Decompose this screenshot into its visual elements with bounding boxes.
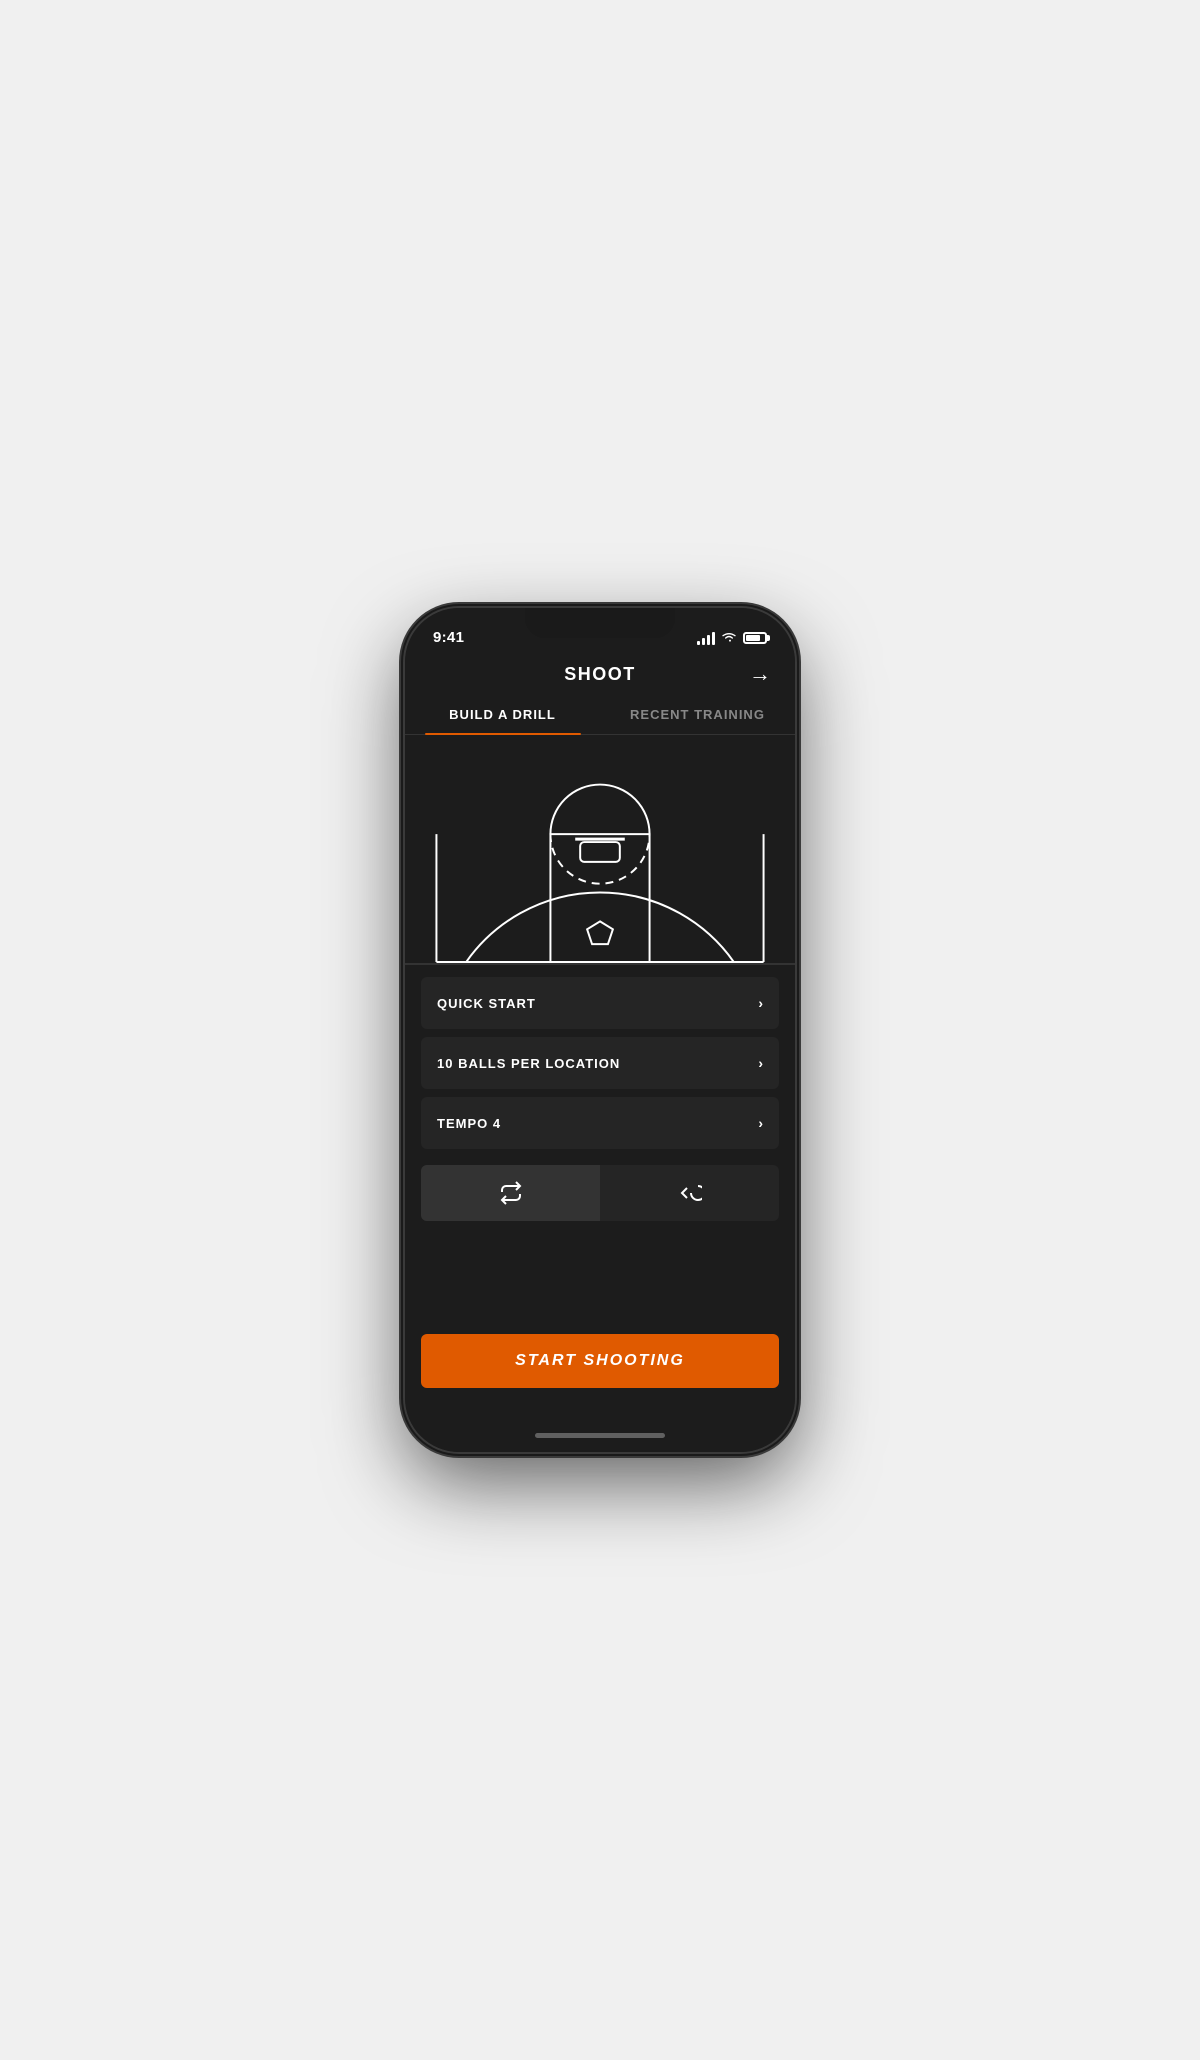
header-arrow-button[interactable]: → [749,661,771,687]
tempo-option[interactable]: TEMPO 4 › [421,1097,779,1149]
header: SHOOT → [405,652,795,695]
phone-screen: 9:41 SHOOT [405,608,795,1452]
undo-icon [678,1181,702,1205]
quick-start-option[interactable]: QUICK START › [421,977,779,1029]
battery-fill [746,635,760,641]
start-shooting-button[interactable]: START SHOOTING [421,1334,779,1388]
home-bar [535,1433,665,1438]
tabs-container: BUILD A DRILL RECENT TRAINING [405,695,795,735]
court-svg [405,735,795,963]
tempo-chevron: › [758,1115,763,1131]
tab-recent-training[interactable]: RECENT TRAINING [600,695,795,734]
toggle-row [421,1165,779,1221]
balls-per-location-chevron: › [758,1055,763,1071]
tempo-label: TEMPO 4 [437,1116,501,1131]
spacer [405,1221,795,1334]
home-indicator [405,1418,795,1452]
header-title: SHOOT [564,664,636,685]
balls-per-location-option[interactable]: 10 BALLS PER LOCATION › [421,1037,779,1089]
court-area [405,735,795,965]
quick-start-chevron: › [758,995,763,1011]
status-time: 9:41 [433,629,464,646]
options-list: QUICK START › 10 BALLS PER LOCATION › TE… [405,977,795,1157]
status-icons [697,630,767,646]
notch [525,608,675,638]
phone-device: 9:41 SHOOT [405,608,795,1452]
battery-icon [743,632,767,644]
repeat-toggle[interactable] [421,1165,600,1221]
tab-build-a-drill[interactable]: BUILD A DRILL [405,695,600,734]
repeat-icon [499,1181,523,1205]
balls-per-location-label: 10 BALLS PER LOCATION [437,1056,620,1071]
app-content: SHOOT → BUILD A DRILL RECENT TRAINING [405,652,795,1452]
signal-icon [697,632,715,645]
undo-toggle[interactable] [600,1165,779,1221]
wifi-icon [721,630,737,646]
quick-start-label: QUICK START [437,996,536,1011]
